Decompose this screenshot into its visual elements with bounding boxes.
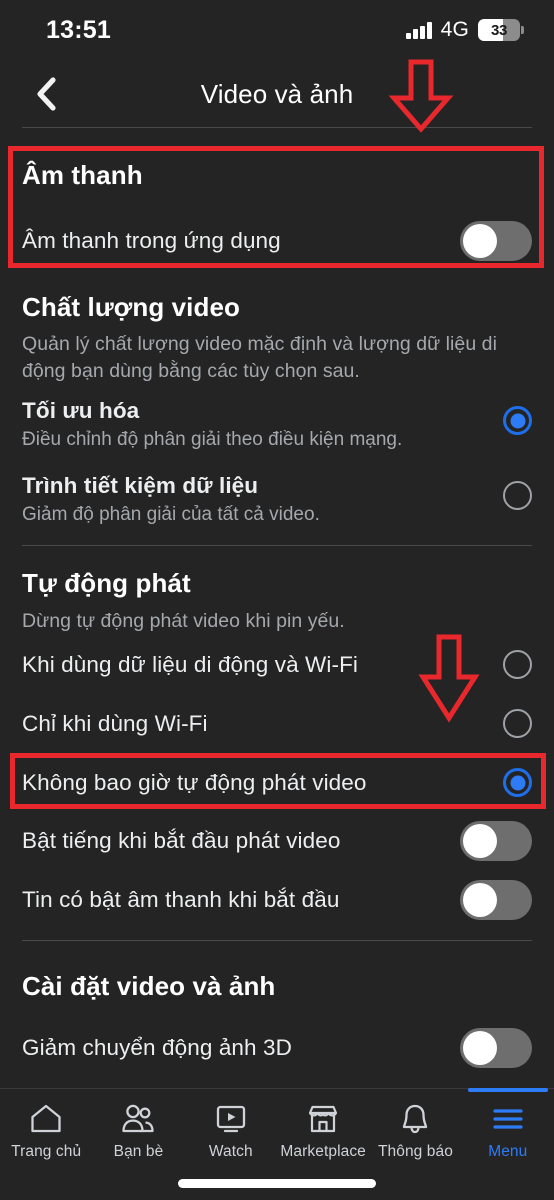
row-label-autoplay-mobile-wifi: Khi dùng dữ liệu di động và Wi-Fi bbox=[22, 651, 359, 677]
divider-after-autoplay bbox=[22, 940, 532, 941]
row-autoplay-never[interactable]: Không bao giờ tự động phát video bbox=[22, 768, 532, 797]
marketplace-store-icon bbox=[306, 1101, 340, 1137]
battery-percent-label: 33 bbox=[490, 21, 508, 39]
radio-autoplay-wifi-only[interactable] bbox=[503, 709, 532, 738]
nav-label-friends: Bạn bè bbox=[113, 1143, 164, 1160]
bell-icon bbox=[399, 1101, 431, 1137]
nav-item-menu[interactable]: Menu bbox=[462, 1088, 554, 1161]
radio-autoplay-mobile-wifi[interactable] bbox=[503, 650, 532, 679]
page-title: Video và ảnh bbox=[200, 78, 354, 109]
row-data-saver[interactable]: Trình tiết kiệm dữ liệu Giảm độ phân giả… bbox=[22, 473, 532, 528]
radio-data-saver[interactable] bbox=[503, 481, 532, 510]
row-reduce-3d-motion[interactable]: Giảm chuyển động ảnh 3D bbox=[22, 1028, 532, 1068]
section-desc-autoplay: Dừng tự động phát video khi pin yếu. bbox=[22, 608, 528, 635]
battery-icon: 33 bbox=[478, 19, 520, 41]
active-tab-indicator bbox=[467, 1088, 548, 1092]
row-stories-sound-on-start[interactable]: Tin có bật âm thanh khi bắt đầu bbox=[22, 880, 532, 920]
radio-autoplay-never[interactable] bbox=[503, 768, 532, 797]
status-bar: 13:51 4G 33 bbox=[0, 0, 554, 60]
row-autoplay-wifi-only[interactable]: Chỉ khi dùng Wi-Fi bbox=[22, 709, 532, 738]
toggle-stories-sound-on-start[interactable] bbox=[460, 880, 532, 920]
row-label-autoplay-never: Không bao giờ tự động phát video bbox=[22, 769, 367, 795]
section-description-text: Quản lý chất lượng video mặc định và lượ… bbox=[22, 333, 497, 382]
status-time: 13:51 bbox=[46, 15, 111, 44]
chevron-left-icon bbox=[35, 76, 57, 112]
nav-label-notifications: Thông báo bbox=[377, 1143, 453, 1160]
nav-item-friends[interactable]: Bạn bè bbox=[92, 1101, 184, 1161]
status-indicators: 4G 33 bbox=[406, 18, 524, 42]
section-heading-video-photo-settings: Cài đặt video và ảnh bbox=[22, 971, 275, 1002]
row-label-stories-sound-on-start: Tin có bật âm thanh khi bắt đầu bbox=[22, 887, 340, 912]
section-title-video-quality: Chất lượng video bbox=[22, 292, 241, 322]
friends-icon bbox=[120, 1101, 156, 1137]
section-title-video-photo-settings: Cài đặt video và ảnh bbox=[22, 971, 276, 1001]
row-label-optimize: Tối ưu hóa bbox=[22, 398, 140, 423]
nav-item-home[interactable]: Trang chủ bbox=[0, 1101, 92, 1161]
toggle-unmute-on-start[interactable] bbox=[460, 821, 532, 861]
section-title-autoplay: Tự động phát bbox=[22, 568, 191, 598]
back-button[interactable] bbox=[18, 66, 74, 122]
row-label-in-app-sound: Âm thanh trong ứng dụng bbox=[22, 228, 281, 253]
toggle-in-app-sound[interactable] bbox=[460, 221, 532, 261]
section-heading-sound: Âm thanh bbox=[22, 160, 143, 191]
section-heading-video-quality: Chất lượng video bbox=[22, 292, 240, 323]
row-label-reduce-3d-motion: Giảm chuyển động ảnh 3D bbox=[22, 1035, 292, 1060]
nav-label-menu: Menu bbox=[488, 1143, 528, 1160]
nav-header: Video và ảnh bbox=[0, 60, 554, 128]
row-autoplay-mobile-wifi[interactable]: Khi dùng dữ liệu di động và Wi-Fi bbox=[22, 650, 532, 679]
nav-item-watch[interactable]: Watch bbox=[185, 1101, 277, 1161]
row-in-app-sound[interactable]: Âm thanh trong ứng dụng bbox=[22, 221, 532, 261]
signal-bars-icon bbox=[406, 21, 432, 39]
row-label-unmute-on-start: Bật tiếng khi bắt đầu phát video bbox=[22, 828, 341, 853]
nav-item-marketplace[interactable]: Marketplace bbox=[277, 1101, 369, 1161]
hamburger-menu-icon bbox=[491, 1101, 525, 1137]
row-optimize[interactable]: Tối ưu hóa Điều chỉnh độ phân giải theo … bbox=[22, 398, 532, 453]
nav-label-home: Trang chủ bbox=[11, 1143, 82, 1160]
nav-item-notifications[interactable]: Thông báo bbox=[369, 1101, 461, 1161]
section-description-autoplay-text: Dừng tự động phát video khi pin yếu. bbox=[22, 610, 345, 632]
divider-after-video-quality bbox=[22, 545, 532, 546]
row-label-data-saver: Trình tiết kiệm dữ liệu bbox=[22, 473, 259, 498]
nav-label-marketplace: Marketplace bbox=[280, 1143, 366, 1160]
section-title-sound: Âm thanh bbox=[22, 160, 143, 190]
radio-optimize[interactable] bbox=[503, 406, 532, 435]
section-desc-video-quality: Quản lý chất lượng video mặc định và lượ… bbox=[22, 331, 528, 385]
watch-play-icon bbox=[214, 1101, 248, 1137]
row-unmute-on-start[interactable]: Bật tiếng khi bắt đầu phát video bbox=[22, 821, 532, 861]
toggle-reduce-3d-motion[interactable] bbox=[460, 1028, 532, 1068]
row-label-autoplay-wifi-only: Chỉ khi dùng Wi-Fi bbox=[22, 710, 208, 736]
app-screen: 13:51 4G 33 Video và ảnh Âm thanh Âm tha… bbox=[0, 0, 554, 1200]
home-indicator bbox=[178, 1179, 376, 1188]
home-icon bbox=[29, 1101, 63, 1137]
row-sub-optimize: Điều chỉnh độ phân giải theo điều kiện m… bbox=[22, 429, 403, 450]
network-type-label: 4G bbox=[440, 18, 469, 41]
nav-label-watch: Watch bbox=[208, 1143, 253, 1160]
battery-cap-icon bbox=[521, 26, 524, 34]
settings-scroll-area[interactable]: Âm thanh Âm thanh trong ứng dụng Chất lư… bbox=[0, 128, 554, 1088]
row-sub-data-saver: Giảm độ phân giải của tất cả video. bbox=[22, 504, 320, 525]
section-heading-autoplay: Tự động phát bbox=[22, 568, 191, 599]
